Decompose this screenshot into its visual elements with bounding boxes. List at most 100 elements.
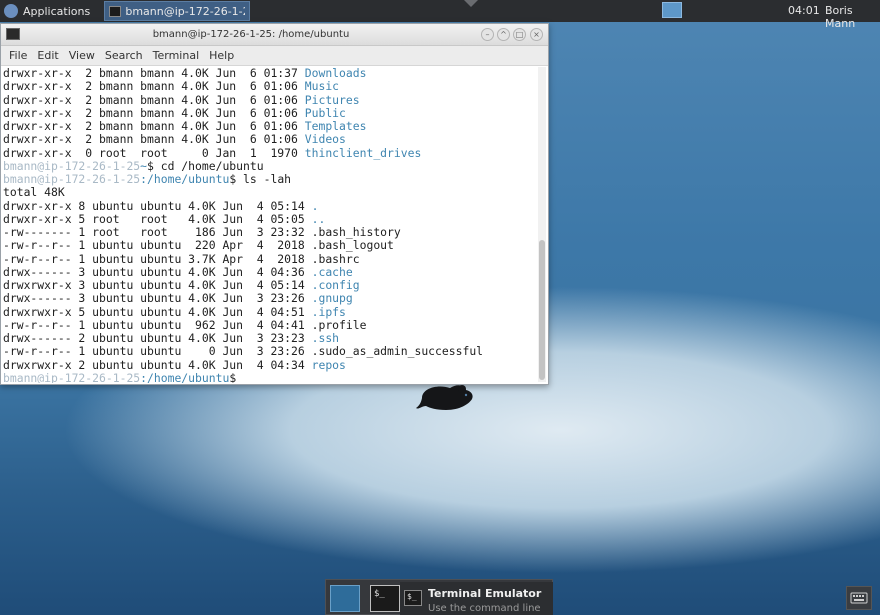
menu-bar: File Edit View Search Terminal Help (1, 46, 548, 66)
listing-directory-name: Music (304, 79, 340, 94)
menu-edit[interactable]: Edit (37, 49, 58, 62)
taskbar-item-terminal[interactable]: bmann@ip-172-26-1-25... (104, 1, 251, 21)
listing-text: drwxr-xr-x 2 bmann bmann 4.0K Jun 6 01:0… (3, 79, 305, 94)
top-panel: Applications bmann@ip-172-26-1-25... (0, 0, 880, 22)
prompt-path: :/home/ubuntu (140, 370, 230, 383)
menu-help[interactable]: Help (209, 49, 234, 62)
listing-text: drwx------ 2 ubuntu ubuntu 4.0K Jun 3 23… (3, 331, 312, 345)
prompt-user-host: bmann@ip-172-26-1-25 (3, 158, 141, 173)
listing-directory-name: Templates (304, 119, 367, 133)
terminal-icon (109, 5, 122, 17)
terminal-window: bmann@ip-172-26-1-25: /home/ubuntu – ^ □… (0, 23, 549, 385)
terminal-line: -rw-r--r-- 1 ubuntu ubuntu 3.7K Apr 4 20… (3, 251, 533, 266)
terminal-line: drwxr-xr-x 2 bmann bmann 4.0K Jun 6 01:0… (3, 105, 533, 120)
tooltip-title: Terminal Emulator (428, 587, 542, 600)
listing-text: drwxr-xr-x 2 bmann bmann 4.0K Jun 6 01:0… (3, 119, 305, 133)
terminal-line: drwxr-xr-x 2 bmann bmann 4.0K Jun 6 01:0… (3, 80, 533, 93)
maximize-button[interactable]: □ (513, 28, 526, 41)
terminal-line: drwx------ 3 ubuntu ubuntu 4.0K Jun 3 23… (3, 292, 533, 305)
clock[interactable]: 04:01 (788, 4, 820, 17)
close-button[interactable]: × (530, 28, 543, 41)
xfce-mouse-logo-icon (416, 385, 473, 410)
listing-text: drwxr-xr-x 2 bmann bmann 4.0K Jun 6 01:3… (3, 67, 305, 80)
keyboard-icon[interactable] (846, 586, 872, 610)
window-title: bmann@ip-172-26-1-25: /home/ubuntu (152, 29, 350, 40)
listing-directory-name: .config (311, 278, 360, 292)
terminal-line: total 48K (3, 186, 533, 199)
listing-text: drwxrwxr-x 3 ubuntu ubuntu 4.0K Jun 4 05… (3, 278, 312, 292)
listing-directory-name: Pictures (304, 92, 360, 107)
terminal-line: drwxrwxr-x 2 ubuntu ubuntu 4.0K Jun 4 04… (3, 357, 533, 372)
menu-search[interactable]: Search (105, 49, 143, 62)
terminal-line: -rw-r--r-- 1 ubuntu ubuntu 0 Jun 3 23:26… (3, 345, 533, 358)
listing-directory-name: .ipfs (311, 304, 346, 319)
terminal-line: drwxr-xr-x 2 bmann bmann 4.0K Jun 6 01:0… (3, 133, 533, 146)
terminal-line: drwxrwxr-x 3 ubuntu ubuntu 4.0K Jun 4 05… (3, 278, 533, 292)
listing-directory-name: .gnupg (311, 291, 353, 306)
terminal-line: drwxrwxr-x 5 ubuntu ubuntu 4.0K Jun 4 04… (3, 304, 533, 319)
terminal-line: drwxr-xr-x 2 bmann bmann 4.0K Jun 6 01:3… (3, 67, 533, 80)
scrollbar-thumb[interactable] (539, 240, 545, 380)
terminal-line: bmann@ip-172-26-1-25:/home/ubuntu$ ls -l… (3, 172, 533, 186)
listing-directory-name: repos (311, 357, 346, 372)
xfce-logo-icon (4, 4, 18, 18)
prompt-user-host: bmann@ip-172-26-1-25 (3, 370, 141, 383)
listing-text: -rw-r--r-- 1 ubuntu ubuntu 962 Jun 4 04:… (3, 317, 367, 332)
listing-directory-name: . (311, 198, 319, 213)
menu-terminal[interactable]: Terminal (153, 49, 200, 62)
terminal-line: drwxr-xr-x 2 bmann bmann 4.0K Jun 6 01:0… (3, 119, 533, 133)
listing-text: -rw------- 1 root root 186 Jun 3 23:32 .… (3, 225, 401, 239)
listing-text: -rw-r--r-- 1 ubuntu ubuntu 0 Jun 3 23:26… (3, 344, 484, 359)
listing-directory-name: thinclient_drives (304, 145, 422, 160)
listing-directory-name: .ssh (311, 331, 340, 345)
listing-directory-name: Public (304, 105, 346, 120)
listing-text: -rw-r--r-- 1 ubuntu ubuntu 220 Apr 4 201… (3, 238, 394, 253)
listing-directory-name: .. (311, 211, 326, 226)
listing-text: drwxrwxr-x 5 ubuntu ubuntu 4.0K Jun 4 04… (3, 304, 312, 319)
terminal-line: drwx------ 3 ubuntu ubuntu 4.0K Jun 4 04… (3, 264, 533, 279)
prompt-path: :/home/ubuntu (140, 172, 230, 186)
listing-text: drwxr-xr-x 2 bmann bmann 4.0K Jun 6 01:0… (3, 132, 305, 147)
listing-directory-name: Downloads (304, 67, 367, 80)
terminal-icon: $_ (404, 590, 422, 606)
window-titlebar[interactable]: bmann@ip-172-26-1-25: /home/ubuntu – ^ □… (1, 24, 548, 46)
terminal-line: -rw-r--r-- 1 ubuntu ubuntu 220 Apr 4 201… (3, 239, 533, 252)
listing-text: drwxr-xr-x 0 root root 0 Jan 1 1970 (3, 145, 305, 160)
minimize-button[interactable]: – (481, 28, 494, 41)
listing-text: drwxr-xr-x 5 root root 4.0K Jun 4 05:05 (3, 211, 312, 226)
terminal-line: -rw------- 1 root root 186 Jun 3 23:32 .… (3, 225, 533, 239)
user-menu[interactable]: Boris Mann (825, 4, 880, 30)
listing-text: drwxr-xr-x 2 bmann bmann 4.0K Jun 6 01:0… (3, 105, 305, 120)
prompt-command: $ ls -lah (229, 172, 292, 186)
listing-text: drwxr-xr-x 2 bmann bmann 4.0K Jun 6 01:0… (3, 92, 305, 107)
listing-text: total 48K (3, 185, 65, 200)
menu-view[interactable]: View (69, 49, 95, 62)
prompt-command: $ (229, 370, 237, 383)
terminal-line: drwx------ 2 ubuntu ubuntu 4.0K Jun 3 23… (3, 331, 533, 345)
listing-text: drwx------ 3 ubuntu ubuntu 4.0K Jun 4 04… (3, 264, 312, 279)
listing-text: -rw-r--r-- 1 ubuntu ubuntu 3.7K Apr 4 20… (3, 251, 360, 266)
menu-file[interactable]: File (9, 49, 27, 62)
terminal-line: drwxr-xr-x 5 root root 4.0K Jun 4 05:05 … (3, 211, 533, 226)
prompt-path: ~ (140, 158, 148, 173)
terminal-line: bmann@ip-172-26-1-25~$ cd /home/ubuntu (3, 158, 533, 173)
listing-text: drwxrwxr-x 2 ubuntu ubuntu 4.0K Jun 4 04… (3, 357, 312, 372)
terminal-output[interactable]: drwxr-xr-x 2 bmann bmann 4.0K Jun 6 01:3… (3, 67, 533, 383)
terminal-line: drwxr-xr-x 0 root root 0 Jan 1 1970 thin… (3, 145, 533, 160)
launcher-tooltip: $_ Terminal Emulator Use the command lin… (400, 582, 553, 615)
show-desktop-icon[interactable] (330, 585, 360, 612)
applications-label: Applications (23, 4, 91, 18)
prompt-command: $ cd /home/ubuntu (147, 158, 264, 173)
terminal-line: drwxr-xr-x 8 ubuntu ubuntu 4.0K Jun 4 05… (3, 198, 533, 213)
shade-button[interactable]: ^ (497, 28, 510, 41)
panel-handle-icon (462, 0, 480, 8)
terminal-launcher-icon[interactable]: $_ (370, 585, 400, 612)
terminal-line: -rw-r--r-- 1 ubuntu ubuntu 962 Jun 4 04:… (3, 317, 533, 332)
taskbar-item-label: bmann@ip-172-26-1-25... (125, 4, 245, 18)
workspace-switcher[interactable] (662, 2, 682, 18)
listing-directory-name: .cache (311, 264, 353, 279)
applications-menu-button[interactable]: Applications (0, 0, 96, 22)
listing-text: drwx------ 3 ubuntu ubuntu 4.0K Jun 3 23… (3, 291, 312, 306)
prompt-user-host: bmann@ip-172-26-1-25 (3, 172, 141, 186)
listing-directory-name: Videos (304, 132, 346, 147)
